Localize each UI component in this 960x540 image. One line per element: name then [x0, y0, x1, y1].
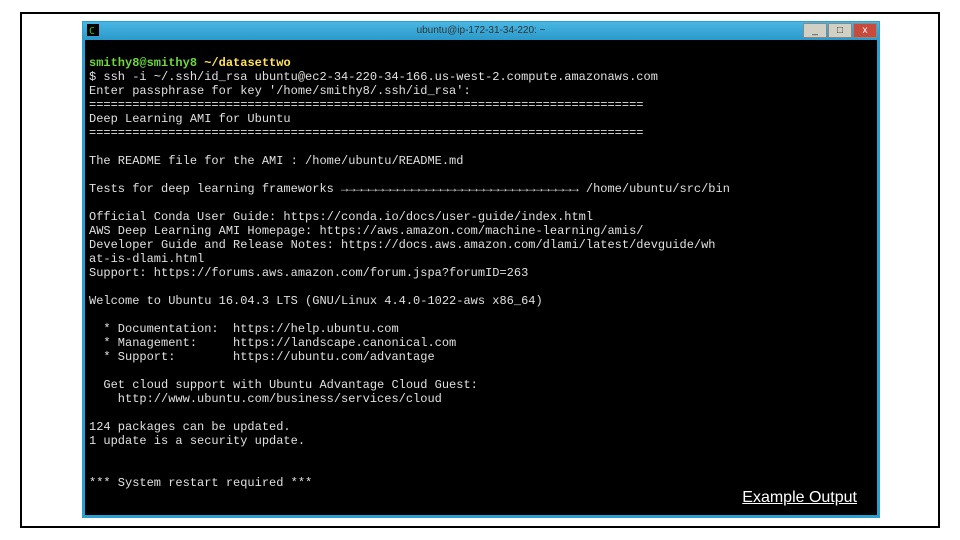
line: Official Conda User Guide: https://conda…	[89, 210, 593, 224]
line: Get cloud support with Ubuntu Advantage …	[89, 378, 478, 392]
maximize-button[interactable]: □	[828, 23, 852, 38]
line: * Support: https://ubuntu.com/advantage	[89, 350, 435, 364]
line: Support: https://forums.aws.amazon.com/f…	[89, 266, 528, 280]
line: ========================================…	[89, 98, 644, 112]
line: http://www.ubuntu.com/business/services/…	[89, 392, 442, 406]
prompt-path: ~/datasettwo	[204, 56, 290, 70]
line: * Management: https://landscape.canonica…	[89, 336, 456, 350]
caption: Example Output	[742, 489, 857, 507]
window-title: ubuntu@ip-172-31-34-220: ~	[83, 22, 879, 40]
titlebar[interactable]: C ubuntu@ip-172-31-34-220: ~ _ □ x	[83, 22, 879, 40]
line: $ ssh -i ~/.ssh/id_rsa ubuntu@ec2-34-220…	[89, 70, 658, 84]
terminal-window: C ubuntu@ip-172-31-34-220: ~ _ □ x smith…	[82, 21, 880, 518]
line: 124 packages can be updated.	[89, 420, 291, 434]
line: at-is-dlami.html	[89, 252, 204, 266]
line: Developer Guide and Release Notes: https…	[89, 238, 716, 252]
slide-frame: C ubuntu@ip-172-31-34-220: ~ _ □ x smith…	[20, 12, 940, 528]
line: Enter passphrase for key '/home/smithy8/…	[89, 84, 471, 98]
terminal-body[interactable]: smithy8@smithy8 ~/datasettwo $ ssh -i ~/…	[85, 40, 877, 515]
line: The README file for the AMI : /home/ubun…	[89, 154, 463, 168]
line: 1 update is a security update.	[89, 434, 305, 448]
line: *** System restart required ***	[89, 476, 312, 490]
prompt-user: smithy8@smithy8	[89, 56, 197, 70]
minimize-button[interactable]: _	[803, 23, 827, 38]
line: Deep Learning AMI for Ubuntu	[89, 112, 291, 126]
close-button[interactable]: x	[853, 23, 877, 38]
line: AWS Deep Learning AMI Homepage: https://…	[89, 224, 644, 238]
line: Tests for deep learning frameworks →→→→→…	[89, 182, 730, 196]
line: ========================================…	[89, 126, 644, 140]
line: Welcome to Ubuntu 16.04.3 LTS (GNU/Linux…	[89, 294, 543, 308]
line: * Documentation: https://help.ubuntu.com	[89, 322, 399, 336]
